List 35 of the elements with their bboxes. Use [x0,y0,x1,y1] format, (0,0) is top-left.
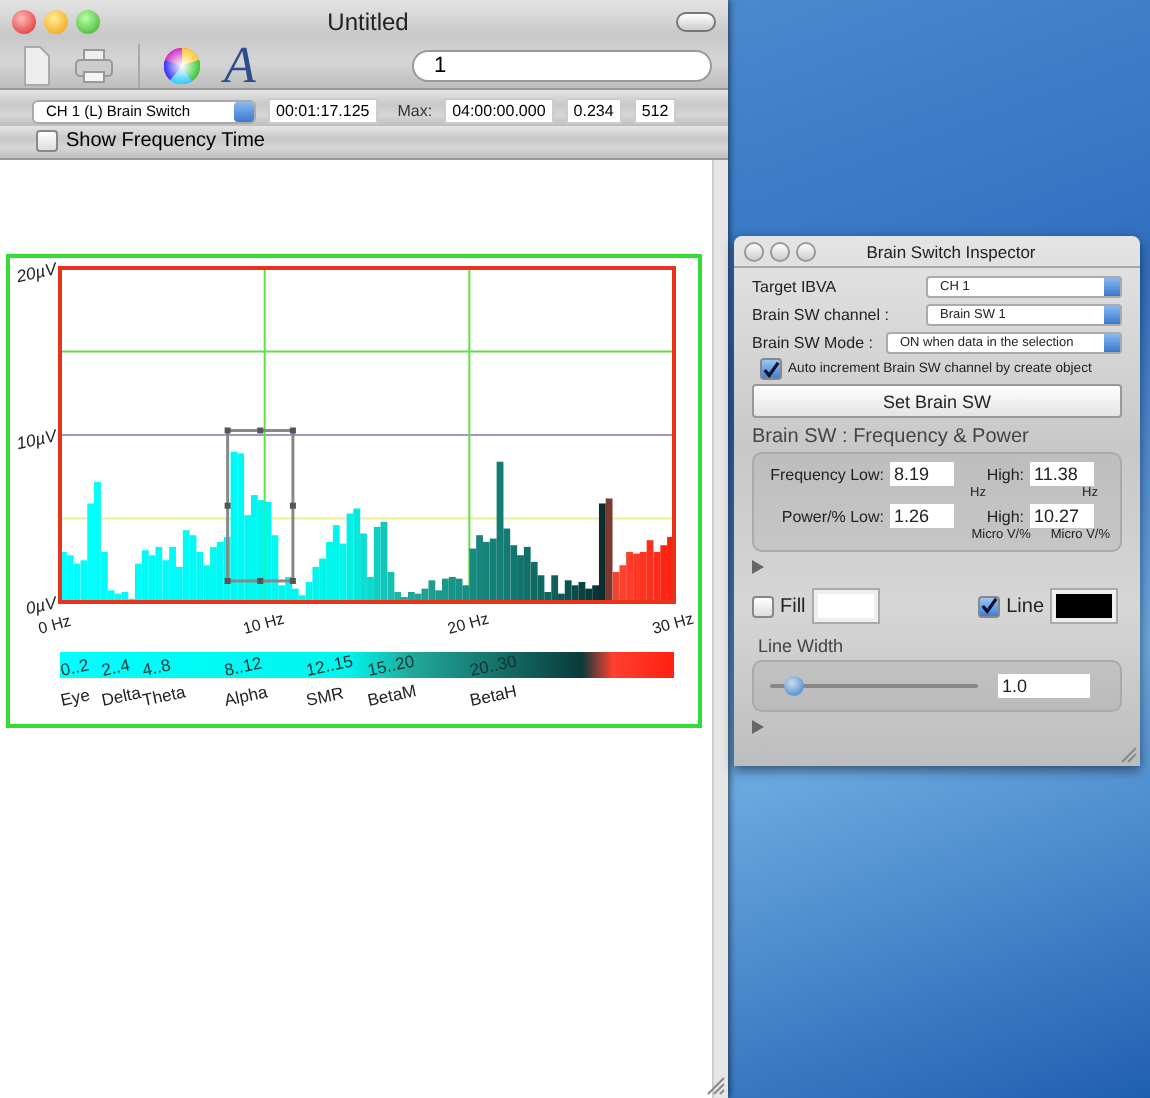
band-name-label: Eye [58,684,92,710]
group-title: Line Width [756,636,846,656]
field-label: Power/% Low: [779,507,884,525]
axis-label: 0µV [24,592,59,619]
band-name-label: Theta [140,681,188,710]
band-range-label: 15..20 [365,650,417,680]
band-range-label: 4..8 [140,654,173,680]
field-label: Brain SW Mode : [752,333,873,351]
band-range-label: 0..2 [58,654,91,680]
band-range-label: 8..12 [222,652,264,680]
band-name-label: Alpha [222,681,270,710]
axis-label: 20 Hz [445,609,491,638]
checkbox-label: Show Frequency Time [66,130,265,152]
axis-label: 30 Hz [650,609,696,638]
band-name-label: SMR [304,682,346,710]
axis-label: 10 Hz [241,609,287,638]
checkbox-label: Fill [780,595,806,617]
band-name-label: Delta [99,682,143,710]
band-range-label: 2..4 [99,654,132,680]
field-label: Brain SW channel : [752,305,889,323]
band-range-label: 20..30 [468,650,519,680]
section-title: Brain SW : Frequency & Power [752,426,1031,448]
band-name-label: BetaH [468,680,519,710]
field-label: High: [986,465,1024,483]
field-label: Target IBVA [752,277,837,295]
band-name-label: BetaM [365,680,418,710]
axis-label: 20µV [14,258,59,287]
max-label: Max: [397,102,433,120]
field-label: High: [984,507,1024,525]
axis-label: 10µV [14,425,59,454]
field-label: Frequency Low: [768,465,884,483]
panel-title: Brain Switch Inspector [864,241,1038,261]
band-range-label: 12..15 [304,650,355,680]
checkbox-label: Line [1006,595,1044,617]
window-title: Untitled [325,7,411,35]
